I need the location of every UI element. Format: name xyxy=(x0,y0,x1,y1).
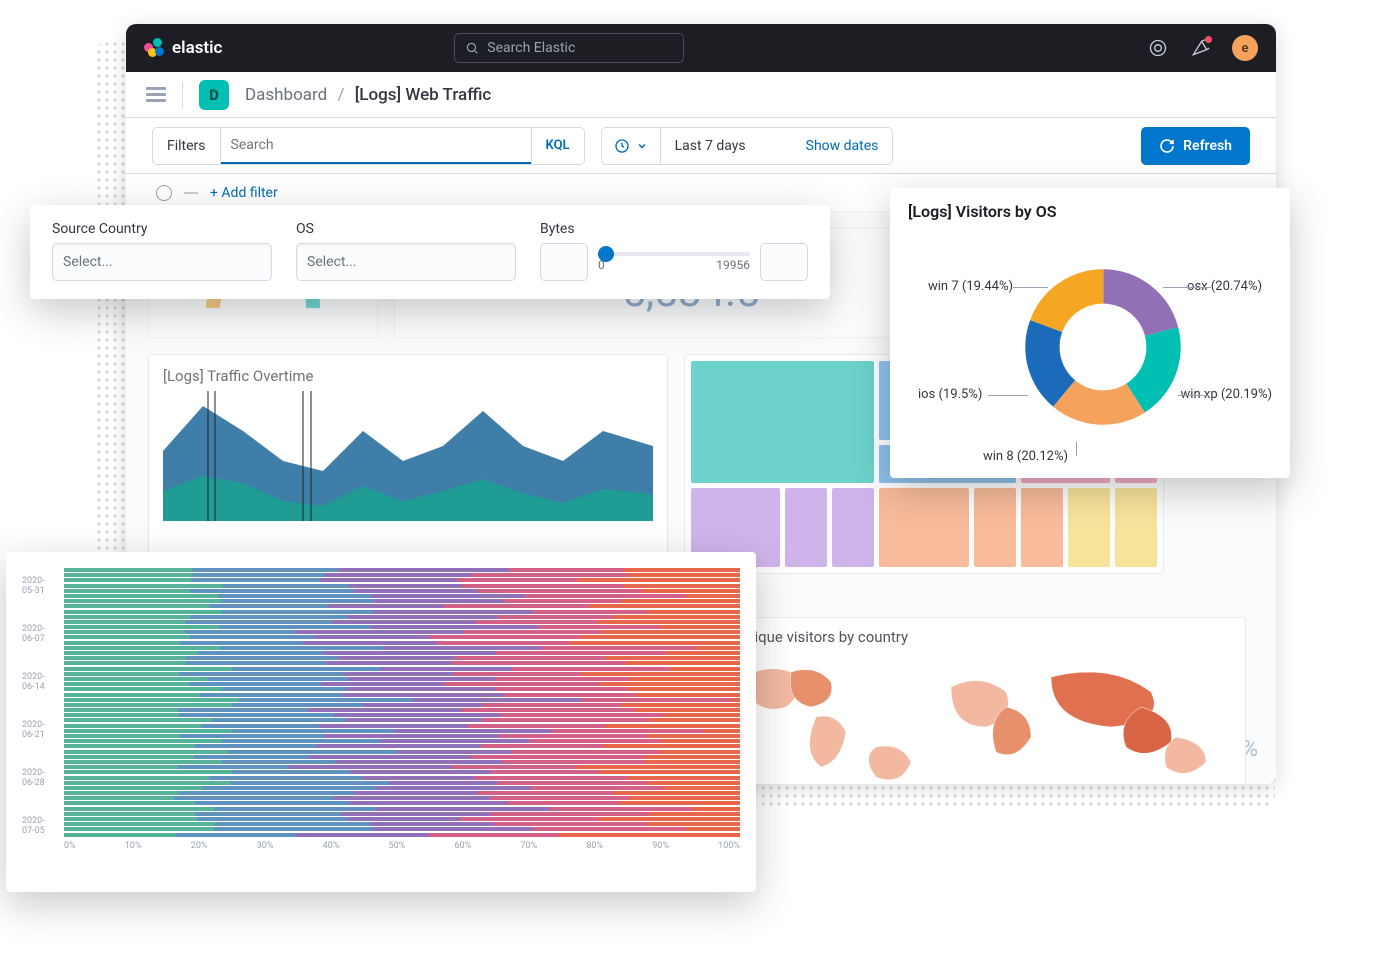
filter-bullet-icon xyxy=(156,185,172,201)
calendar-icon xyxy=(614,138,630,154)
bytes-label: Bytes xyxy=(540,221,808,237)
donut-label-ios: ios (19.5%) xyxy=(918,387,982,402)
world-map xyxy=(721,652,1261,784)
brand-logo[interactable]: elastic xyxy=(144,38,222,58)
show-dates-link[interactable]: Show dates xyxy=(806,138,879,154)
panel-title: s] Unique visitors by country xyxy=(721,628,1231,646)
global-search-placeholder: Search Elastic xyxy=(487,40,575,56)
query-toolbar: Filters KQL Last 7 days Show dates Refre… xyxy=(126,118,1276,174)
filter-dash-icon xyxy=(184,192,198,194)
news-feed-icon[interactable] xyxy=(1190,38,1210,58)
bytes-min-input[interactable] xyxy=(540,243,588,281)
breadcrumb: Dashboard / [Logs] Web Traffic xyxy=(245,85,491,105)
user-avatar[interactable]: e xyxy=(1232,35,1258,61)
bytes-slider[interactable] xyxy=(598,252,750,256)
visitors-by-os-panel: [Logs] Visitors by OS win 7 (19.44%) osx… xyxy=(890,188,1290,478)
refresh-icon xyxy=(1159,138,1175,154)
notification-dot xyxy=(1205,36,1212,43)
os-label: OS xyxy=(296,221,516,237)
stacked-bar-chart: 2020-05-312020-06-072020-06-142020-06-21… xyxy=(22,568,740,858)
bytes-max-input[interactable] xyxy=(760,243,808,281)
slider-thumb[interactable] xyxy=(598,246,614,262)
controls-panel: Source Country Select... OS Select... By… xyxy=(30,205,830,299)
time-range-label: Last 7 days xyxy=(675,138,746,154)
query-input[interactable] xyxy=(221,128,531,164)
elastic-logo-icon xyxy=(144,38,164,58)
area-chart xyxy=(163,391,653,521)
donut-label-win7: win 7 (19.44%) xyxy=(928,279,1013,294)
panel-title: [Logs] Traffic Overtime xyxy=(163,367,653,385)
breadcrumb-root[interactable]: Dashboard xyxy=(245,85,327,105)
donut-chart xyxy=(1023,267,1183,427)
panel-visitors-by-country: s] Unique visitors by country xyxy=(706,617,1246,784)
add-filter-link[interactable]: + Add filter xyxy=(210,185,278,201)
filter-search-group: Filters KQL xyxy=(152,127,585,165)
refresh-button[interactable]: Refresh xyxy=(1141,127,1250,165)
global-header: elastic Search Elastic e xyxy=(126,24,1276,72)
source-country-select[interactable]: Select... xyxy=(52,243,272,281)
app-badge[interactable]: D xyxy=(199,80,229,110)
stacked-bar-panel: 2020-05-312020-06-072020-06-142020-06-21… xyxy=(6,552,756,892)
chevron-down-icon xyxy=(636,140,648,152)
kql-toggle[interactable]: KQL xyxy=(531,128,584,164)
breadcrumb-current: [Logs] Web Traffic xyxy=(355,85,492,105)
time-picker[interactable]: Last 7 days Show dates xyxy=(601,127,894,165)
nav-toggle-icon[interactable] xyxy=(146,87,166,102)
help-icon[interactable] xyxy=(1148,38,1168,58)
global-search[interactable]: Search Elastic xyxy=(454,33,684,63)
panel-title: [Logs] Visitors by OS xyxy=(908,202,1272,221)
brand-name: elastic xyxy=(172,38,222,58)
os-select[interactable]: Select... xyxy=(296,243,516,281)
breadcrumb-bar: D Dashboard / [Logs] Web Traffic xyxy=(126,72,1276,118)
donut-label-win8: win 8 (20.12%) xyxy=(983,449,1068,464)
source-country-label: Source Country xyxy=(52,221,272,237)
filters-button[interactable]: Filters xyxy=(153,128,221,164)
search-icon xyxy=(465,41,479,55)
